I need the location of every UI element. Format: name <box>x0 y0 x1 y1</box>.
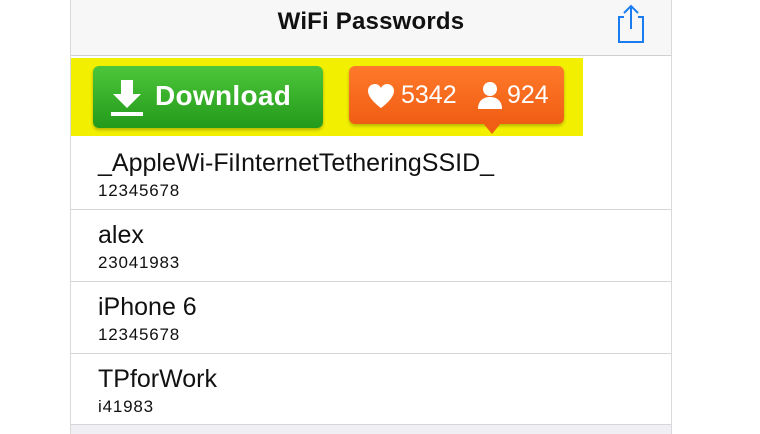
list-footer <box>71 424 671 434</box>
share-icon <box>618 4 644 43</box>
network-ssid: iPhone 6 <box>98 293 197 321</box>
likes-count: 5342 <box>401 81 457 109</box>
badge-pointer <box>483 123 501 134</box>
stats-badge[interactable]: 5342 924 <box>349 66 564 134</box>
list-item[interactable]: alex 23041983 <box>71 210 671 282</box>
network-ssid: TPforWork <box>98 365 217 393</box>
list-item[interactable]: iPhone 6 12345678 <box>71 282 671 354</box>
network-list: _AppleWi-FiInternetTetheringSSID_ 123456… <box>71 138 671 426</box>
network-password: 12345678 <box>98 181 181 200</box>
network-password: i41983 <box>98 397 154 416</box>
navigation-bar: WiFi Passwords <box>71 0 671 56</box>
heart-icon <box>368 84 394 108</box>
page-title: WiFi Passwords <box>277 8 465 35</box>
screen: WiFi Passwords Download 5342 924 _AppleW… <box>0 0 760 434</box>
user-icon <box>478 82 502 109</box>
list-item[interactable]: TPforWork i41983 <box>71 354 671 426</box>
network-ssid: _AppleWi-FiInternetTetheringSSID_ <box>98 149 495 177</box>
users-count: 924 <box>507 81 549 109</box>
download-button[interactable]: Download <box>93 66 323 128</box>
network-password: 12345678 <box>98 325 181 344</box>
app-window: WiFi Passwords Download 5342 924 _AppleW… <box>70 0 672 434</box>
share-button[interactable] <box>613 2 649 46</box>
network-ssid: alex <box>98 221 144 249</box>
network-password: 23041983 <box>98 253 181 272</box>
list-item[interactable]: _AppleWi-FiInternetTetheringSSID_ 123456… <box>71 138 671 210</box>
download-arrow-icon <box>111 80 143 116</box>
ad-banner: Download 5342 924 <box>71 58 583 136</box>
download-label: Download <box>155 80 292 111</box>
